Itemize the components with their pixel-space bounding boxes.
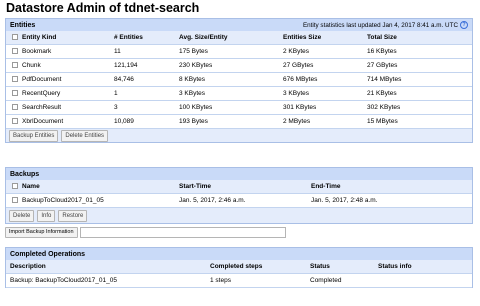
entity-kind: Chunk (22, 62, 41, 69)
help-icon[interactable]: ? (460, 21, 468, 30)
col-entities-size: Entities Size (283, 34, 322, 41)
col-completed-steps: Completed steps (210, 263, 263, 270)
entity-size: 301 KBytes (283, 104, 317, 111)
col-num-entities: # Entities (114, 34, 143, 41)
col-total-size: Total Size (367, 34, 397, 41)
backups-table: Name Start-Time End-Time BackupToCloud20… (5, 180, 473, 208)
col-end-time: End-Time (311, 183, 341, 190)
backup-info-button[interactable]: Info (37, 209, 56, 222)
entity-kind: Bookmark (22, 48, 52, 55)
entity-checkbox[interactable] (12, 62, 18, 68)
entity-row: Bookmark 11 175 Bytes 2 KBytes 16 KBytes (6, 45, 472, 59)
entity-row: SearchResult 3 100 KBytes 301 KBytes 302… (6, 101, 472, 115)
backup-entities-button[interactable]: Backup Entities (9, 129, 59, 142)
select-all-entities-checkbox[interactable] (12, 34, 18, 40)
completed-table: Description Completed steps Status Statu… (5, 260, 473, 288)
entity-avg-size: 8 KBytes (179, 76, 206, 83)
entity-avg-size: 175 Bytes (179, 48, 208, 55)
operation-steps: 1 steps (210, 277, 231, 284)
col-status-info: Status info (378, 263, 412, 270)
restore-backup-button[interactable]: Restore (58, 209, 88, 222)
backup-name: BackupToCloud2017_01_05 (22, 197, 104, 204)
entities-button-bar: Backup Entities Delete Entities (5, 129, 473, 143)
entity-row: PdfDocument 84,746 8 KBytes 676 MBytes 7… (6, 73, 472, 87)
completed-heading: Completed Operations (10, 251, 86, 258)
page-title: Datastore Admin of tdnet-search (6, 1, 200, 15)
entity-checkbox[interactable] (12, 48, 18, 54)
entity-count: 3 (114, 104, 118, 111)
col-description: Description (10, 263, 46, 270)
select-all-backups-checkbox[interactable] (12, 183, 18, 189)
entity-avg-size: 193 Bytes (179, 118, 208, 125)
entity-size: 2 KBytes (283, 48, 310, 55)
operation-status: Completed (310, 277, 342, 284)
entities-heading: Entities (10, 22, 36, 29)
entity-count: 121,194 (114, 62, 138, 69)
entity-avg-size: 230 KBytes (179, 62, 213, 69)
import-backup-row: Import Backup Information (5, 226, 473, 238)
entity-checkbox[interactable] (12, 90, 18, 96)
import-backup-info-button[interactable]: Import Backup Information (5, 226, 78, 238)
backups-section: Backups Name Start-Time End-Time BackupT… (5, 167, 473, 238)
backup-checkbox[interactable] (12, 197, 18, 203)
backups-button-bar: Delete Info Restore (5, 208, 473, 224)
entity-row: Chunk 121,194 230 KBytes 27 GBytes 27 GB… (6, 59, 472, 73)
entity-checkbox[interactable] (12, 104, 18, 110)
backup-start-time: Jan. 5, 2017, 2:46 a.m. (179, 197, 246, 204)
entity-total-size: 714 MBytes (367, 76, 402, 83)
entity-kind: XbrlDocument (22, 118, 64, 125)
entity-checkbox[interactable] (12, 118, 18, 124)
datastore-admin-page: Datastore Admin of tdnet-search Entities… (0, 0, 480, 306)
operation-status-info (378, 274, 468, 287)
backups-heading: Backups (10, 171, 40, 178)
entity-kind: SearchResult (22, 104, 62, 111)
entity-total-size: 27 GBytes (367, 62, 398, 69)
completed-header-row: Description Completed steps Status Statu… (6, 260, 472, 274)
col-start-time: Start-Time (179, 183, 212, 190)
entity-row: RecentQuery 1 3 KBytes 3 KBytes 21 KByte… (6, 87, 472, 101)
delete-backup-button[interactable]: Delete (9, 209, 35, 222)
entity-avg-size: 100 KBytes (179, 104, 213, 111)
backups-heading-bar: Backups (5, 167, 473, 180)
entity-total-size: 15 MBytes (367, 118, 398, 125)
backup-row: BackupToCloud2017_01_05 Jan. 5, 2017, 2:… (6, 194, 472, 208)
entity-count: 1 (114, 90, 118, 97)
entity-row: XbrlDocument 10,089 193 Bytes 2 MBytes 1… (6, 115, 472, 129)
entities-heading-bar: Entities Entity statistics last updated … (5, 18, 473, 31)
entities-section: Entities Entity statistics last updated … (5, 18, 473, 143)
entity-kind: PdfDocument (22, 76, 62, 83)
entity-size: 676 MBytes (283, 76, 318, 83)
entities-header-row: Entity Kind # Entities Avg. Size/Entity … (6, 31, 472, 45)
entity-count: 84,746 (114, 76, 134, 83)
entity-checkbox[interactable] (12, 76, 18, 82)
import-backup-input[interactable] (79, 226, 286, 238)
backups-header-row: Name Start-Time End-Time (6, 180, 472, 194)
entity-total-size: 21 KBytes (367, 90, 397, 97)
backup-end-time: Jan. 5, 2017, 2:48 a.m. (311, 197, 378, 204)
col-entity-kind: Entity Kind (22, 34, 57, 41)
completed-row: Backup: BackupToCloud2017_01_05 1 steps … (6, 274, 472, 288)
entity-avg-size: 3 KBytes (179, 90, 206, 97)
entity-count: 10,089 (114, 118, 134, 125)
entity-kind: RecentQuery (22, 90, 61, 97)
col-avg-size: Avg. Size/Entity (179, 34, 228, 41)
col-status: Status (310, 263, 330, 270)
entity-total-size: 302 KBytes (367, 104, 401, 111)
entity-total-size: 16 KBytes (367, 48, 397, 55)
entity-size: 2 MBytes (283, 118, 311, 125)
entity-size: 3 KBytes (283, 90, 310, 97)
entity-count: 11 (114, 48, 121, 55)
entity-size: 27 GBytes (283, 62, 314, 69)
completed-heading-bar: Completed Operations (5, 247, 473, 260)
delete-entities-button[interactable]: Delete Entities (61, 129, 109, 142)
entities-table: Entity Kind # Entities Avg. Size/Entity … (5, 31, 473, 129)
operation-description: Backup: BackupToCloud2017_01_05 (10, 277, 117, 284)
entity-stats-note: Entity statistics last updated Jan 4, 20… (302, 22, 458, 29)
completed-operations-section: Completed Operations Description Complet… (5, 247, 473, 288)
col-backup-name: Name (22, 183, 40, 190)
